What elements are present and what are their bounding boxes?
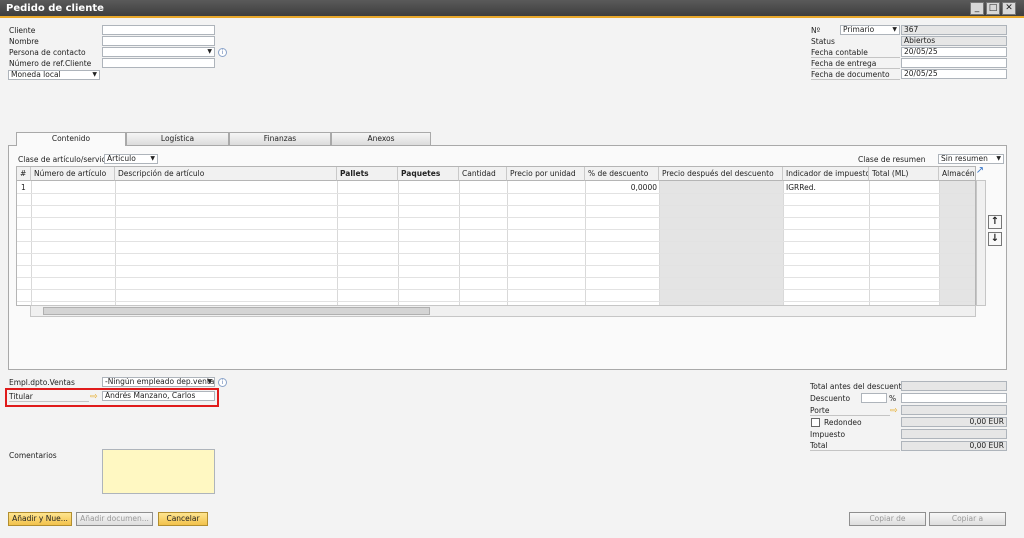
maximize-button[interactable]: □ [986,2,1000,15]
column-header[interactable]: % de descuento [585,167,659,181]
status-field: Abiertos [901,36,1007,46]
num-ref-cliente-label: Número de ref.Cliente [9,59,92,68]
empleado-dropdown[interactable]: -Ningún empleado dep.venta [102,377,215,387]
scroll-thumb[interactable] [43,307,430,315]
numero-field: 367 [901,25,1007,35]
row-number: 1 [21,183,26,192]
cliente-label: Cliente [9,26,36,35]
redondeo-field: 0,00 EUR [901,417,1007,427]
tab-logistica[interactable]: Logística [126,132,229,145]
info-icon[interactable]: i [218,378,227,387]
move-row-down-button[interactable]: ↓ [988,232,1002,246]
percent-sign: % [889,394,897,403]
almacen-column-bg [939,181,975,305]
column-header[interactable]: Precio después del descuento [659,167,783,181]
column-header[interactable]: Total (ML) [869,167,939,181]
fecha-entrega-label: Fecha de entrega [811,59,900,69]
nombre-label: Nombre [9,37,39,46]
status-label: Status [811,37,835,46]
column-header[interactable]: Cantidad [459,167,507,181]
column-header[interactable]: Indicador de impuestos [783,167,869,181]
series-dropdown[interactable]: Primario [840,25,900,35]
column-header[interactable]: Descripción de artículo [115,167,337,181]
fecha-contable-label: Fecha contable [811,48,900,58]
window-title-bar [0,0,1024,18]
clase-resumen-label: Clase de resumen [858,155,926,164]
add-new-button[interactable]: Añadir y Nue... [8,512,72,526]
vertical-scrollbar[interactable] [976,180,986,306]
impuesto-label: Impuesto [810,430,846,439]
column-header[interactable]: # [17,167,31,181]
numero-label: Nº [811,26,821,35]
copy-from-button[interactable]: Copiar de [849,512,926,526]
num-ref-cliente-field[interactable] [102,58,215,68]
tab-contenido[interactable]: Contenido [16,132,126,146]
total-antes-field [901,381,1007,391]
add-document-button[interactable]: Añadir documen... [76,512,153,526]
clase-articulo-dropdown[interactable]: Artículo [104,154,158,164]
link-arrow-icon[interactable]: ⇨ [890,407,900,416]
horizontal-scrollbar[interactable] [30,305,976,317]
items-table[interactable]: # Número de artículo Descripción de artí… [16,166,976,306]
porte-label: Porte [810,406,890,416]
fecha-contable-field[interactable]: 20/05/25 [901,47,1007,57]
tab-anexos[interactable]: Anexos [331,132,431,145]
clase-articulo-label: Clase de artículo/servicio [18,155,113,164]
cancel-button[interactable]: Cancelar [158,512,208,526]
comentarios-label: Comentarios [9,451,57,460]
clase-resumen-dropdown[interactable]: Sin resumen [938,154,1004,164]
total-antes-label: Total antes del descuento [810,382,906,391]
titular-field[interactable]: Andrés Manzano, Carlos [102,391,215,401]
cliente-field[interactable] [102,25,215,35]
moneda-dropdown[interactable]: Moneda local [8,70,100,80]
fecha-documento-label: Fecha de documento [811,70,900,80]
close-button[interactable]: ✕ [1002,2,1016,15]
minimize-button[interactable]: _ [970,2,984,15]
window-title: Pedido de cliente [6,3,104,14]
empleado-label: Empl.dpto.Ventas [9,378,75,387]
move-row-up-button[interactable]: ↑ [988,215,1002,229]
info-icon[interactable]: i [218,48,227,57]
porte-field [901,405,1007,415]
total-label: Total [810,441,900,451]
redondeo-checkbox[interactable] [811,418,820,427]
column-header[interactable]: Precio por unidad [507,167,585,181]
copy-to-button[interactable]: Copiar a [929,512,1006,526]
descuento-label: Descuento [810,394,851,403]
persona-contacto-label: Persona de contacto [9,48,86,57]
impuesto-field [901,429,1007,439]
tab-finanzas[interactable]: Finanzas [229,132,331,145]
descuento-field[interactable] [901,393,1007,403]
total-field: 0,00 EUR [901,441,1007,451]
nombre-field[interactable] [102,36,215,46]
link-arrow-icon[interactable]: ⇨ [90,393,100,402]
precio-despues-column-bg [659,181,783,305]
descuento-cell[interactable]: 0,0000 [585,183,657,192]
persona-contacto-dropdown[interactable] [102,47,215,57]
column-header[interactable]: Pallets [337,167,398,181]
expand-icon[interactable]: ↗ [974,166,986,178]
redondeo-label: Redondeo [824,418,862,427]
fecha-entrega-field[interactable] [901,58,1007,68]
descuento-percent-field[interactable] [861,393,887,403]
column-header[interactable]: Almacén [939,167,975,181]
column-header[interactable]: Paquetes [398,167,459,181]
fecha-documento-field[interactable]: 20/05/25 [901,69,1007,79]
column-header[interactable]: Número de artículo [31,167,115,181]
titular-label: Titular [9,392,89,402]
impuesto-cell[interactable]: IGRRed. [786,183,816,192]
comentarios-textarea[interactable] [102,449,215,494]
